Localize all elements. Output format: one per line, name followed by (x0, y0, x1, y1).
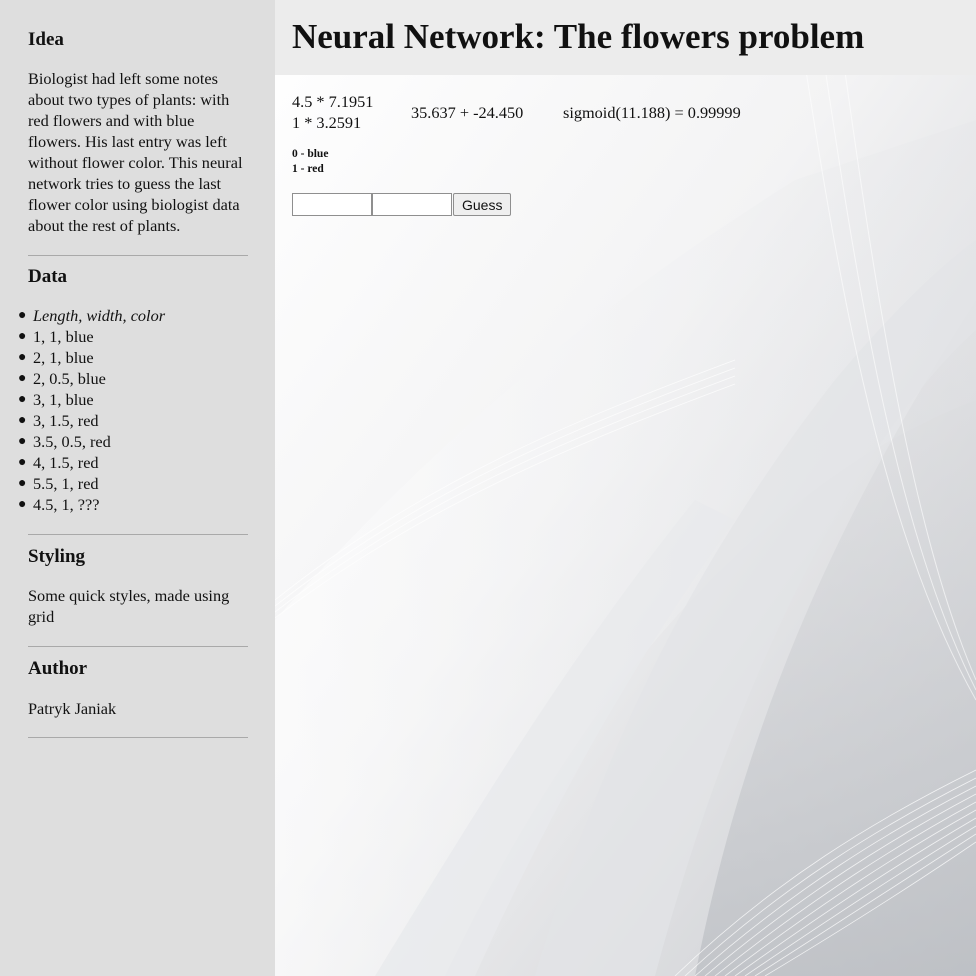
bullet-icon: ● (18, 497, 27, 512)
bullet-icon: ● (18, 371, 27, 386)
data-list-header: ● Length, width, color (18, 305, 248, 326)
main-area: Neural Network: The flowers problem 4.5 … (275, 0, 976, 976)
data-list-item: ● 5.5, 1, red (18, 473, 248, 494)
sigmoid-result: sigmoid(11.188) = 0.99999 (563, 102, 741, 122)
guess-form: Guess (292, 193, 976, 216)
idea-heading: Idea (28, 29, 64, 50)
data-list-item-text: 4.5, 1, ??? (33, 495, 100, 514)
idea-section: Idea Biologist had left some notes about… (28, 0, 248, 256)
data-list-item-text: 3.5, 0.5, red (33, 432, 111, 451)
main-content: 4.5 * 7.1951 1 * 3.2591 35.637 + -24.450… (275, 75, 976, 216)
data-list-item: ● 3.5, 0.5, red (18, 431, 248, 452)
length-input[interactable] (292, 193, 372, 216)
data-list: ● Length, width, color ● 1, 1, blue ● 2, 1,… (18, 305, 248, 515)
page-title: Neural Network: The flowers problem (292, 17, 865, 56)
bullet-icon: ● (18, 476, 27, 491)
styling-section: Styling Some quick styles, made using gr… (28, 535, 248, 647)
data-list-item: ● 1, 1, blue (18, 326, 248, 347)
width-input[interactable] (372, 193, 452, 216)
data-section: Data ● Length, width, color ● 1, 1, blue ●… (18, 256, 248, 535)
multiplication-line-2: 1 * 3.2591 (292, 113, 362, 132)
guess-button[interactable]: Guess (453, 193, 512, 216)
page-header: Neural Network: The flowers problem (275, 0, 976, 75)
data-list-item-text: Length, width, color (33, 306, 166, 325)
bullet-icon: ● (18, 413, 27, 428)
data-list-item-text: 1, 1, blue (33, 327, 94, 346)
data-list-item: ● 4.5, 1, ??? (18, 494, 248, 515)
data-list-item-text: 5.5, 1, red (33, 474, 99, 493)
bullet-icon: ● (18, 308, 27, 323)
bullet-icon: ● (18, 350, 27, 365)
data-list-item: ● 3, 1, blue (18, 389, 248, 410)
page-layout: Idea Biologist had left some notes about… (0, 0, 976, 976)
data-list-item: ● 3, 1.5, red (18, 410, 248, 431)
sum-expression: 35.637 + -24.450 (411, 102, 524, 122)
legend-red: 1 - red (292, 163, 324, 175)
multiplication-line-1: 4.5 * 7.1951 (292, 92, 374, 111)
data-list-item: ● 2, 0.5, blue (18, 368, 248, 389)
multiplications: 4.5 * 7.1951 1 * 3.2591 (292, 91, 411, 133)
data-list-item-text: 3, 1, blue (33, 390, 94, 409)
bullet-icon: ● (18, 329, 27, 344)
data-list-item-text: 2, 1, blue (33, 348, 94, 367)
bullet-icon: ● (18, 434, 27, 449)
author-name: Patryk Janiak (28, 699, 117, 718)
data-list-item: ● 2, 1, blue (18, 347, 248, 368)
data-list-item-text: 4, 1.5, red (33, 453, 99, 472)
calculation-row: 4.5 * 7.1951 1 * 3.2591 35.637 + -24.450… (292, 91, 976, 133)
data-list-item-text: 3, 1.5, red (33, 411, 99, 430)
author-heading: Author (28, 658, 88, 679)
sidebar: Idea Biologist had left some notes about… (0, 0, 275, 976)
author-section: Author Patryk Janiak (28, 647, 248, 738)
legend-blue: 0 - blue (292, 148, 329, 160)
data-heading: Data (28, 266, 68, 287)
color-legend: 0 - blue 1 - red (292, 147, 976, 177)
bullet-icon: ● (18, 455, 27, 470)
idea-text: Biologist had left some notes about two … (28, 69, 243, 235)
data-list-item: ● 4, 1.5, red (18, 452, 248, 473)
styling-heading: Styling (28, 546, 86, 567)
styling-text: Some quick styles, made using grid (28, 586, 230, 626)
bullet-icon: ● (18, 392, 27, 407)
data-list-item-text: 2, 0.5, blue (33, 369, 106, 388)
